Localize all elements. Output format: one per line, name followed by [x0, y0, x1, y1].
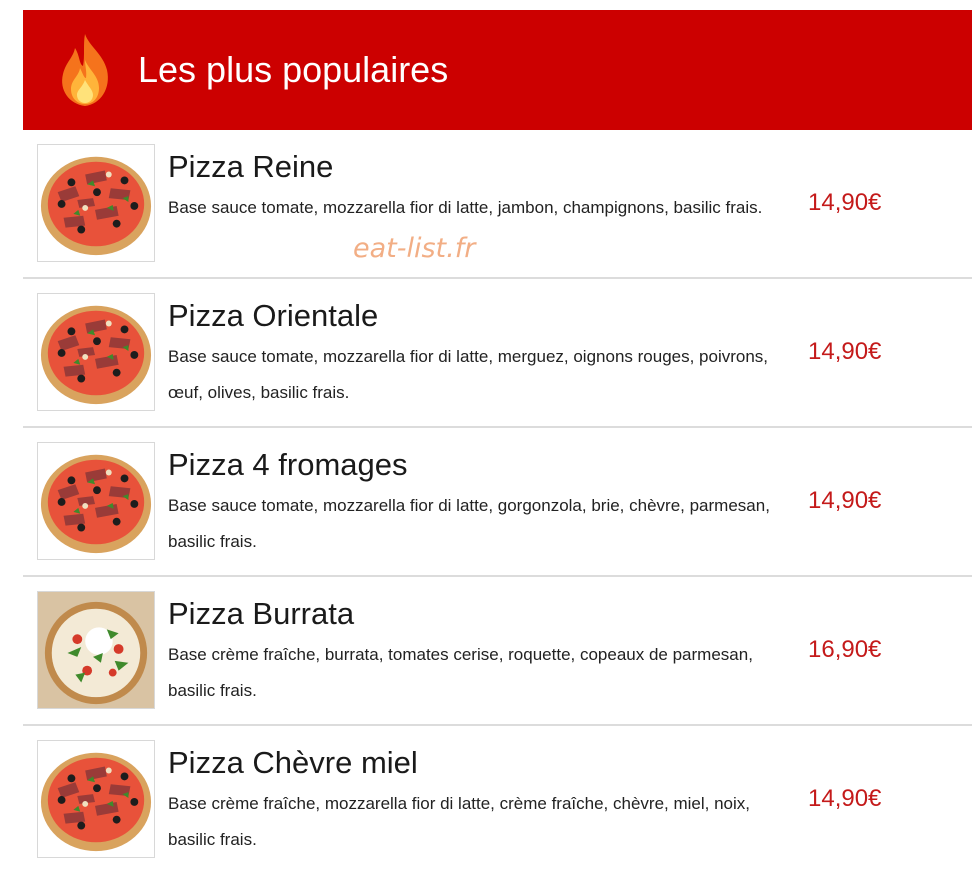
item-name: Pizza Burrata	[168, 596, 355, 631]
item-description: Base sauce tomate, mozzarella fior di la…	[168, 347, 769, 402]
menu-item[interactable]: Pizza Orientale Base sauce tomate, mozza…	[23, 279, 972, 428]
pizza-photo-icon[interactable]	[37, 442, 155, 560]
item-name: Pizza Chèvre miel	[168, 745, 418, 780]
item-price: 14,90€	[808, 338, 882, 365]
item-price: 16,90€	[808, 636, 882, 663]
section-header: Les plus populaires	[23, 10, 972, 130]
menu-item[interactable]: Pizza 4 fromages Base sauce tomate, mozz…	[23, 428, 972, 577]
item-price: 14,90€	[808, 189, 882, 216]
item-description: Base sauce tomate, mozzarella fior di la…	[168, 198, 763, 217]
item-name: Pizza Orientale	[168, 298, 379, 333]
menu-list: Pizza Reine Base sauce tomate, mozzarell…	[23, 130, 972, 875]
watermark-text: eat-list.fr	[353, 233, 476, 264]
item-description: Base crème fraîche, burrata, tomates cer…	[168, 645, 753, 700]
burrata-pizza-photo-icon[interactable]	[37, 591, 155, 709]
item-name: Pizza Reine	[168, 149, 334, 184]
pizza-photo-icon[interactable]	[37, 293, 155, 411]
menu-item[interactable]: Pizza Reine Base sauce tomate, mozzarell…	[23, 130, 972, 279]
item-description: Base crème fraîche, mozzarella fior di l…	[168, 794, 751, 849]
item-price: 14,90€	[808, 487, 882, 514]
menu-item[interactable]: Pizza Burrata Base crème fraîche, burrat…	[23, 577, 972, 726]
item-name: Pizza 4 fromages	[168, 447, 408, 482]
pizza-photo-icon[interactable]	[37, 144, 155, 262]
fire-icon	[62, 34, 108, 106]
menu-item[interactable]: Pizza Chèvre miel Base crème fraîche, mo…	[23, 726, 972, 875]
item-price: 14,90€	[808, 785, 882, 812]
page-title: Les plus populaires	[138, 49, 449, 90]
pizza-photo-icon[interactable]	[37, 740, 155, 858]
item-description: Base sauce tomate, mozzarella fior di la…	[168, 496, 770, 551]
